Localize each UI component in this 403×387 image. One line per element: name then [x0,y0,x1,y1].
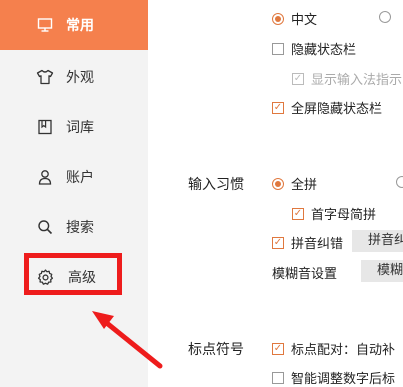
option-label: 标点配对：自动补 [291,343,396,358]
sidebar-item-label: 常用 [66,18,94,34]
checkbox-checked-icon: ✓ [272,101,284,114]
checkbox-unchecked-icon [272,42,284,55]
checkbox-checked-icon: ✓ [272,236,284,249]
sidebar-item-common[interactable]: 常用 [0,0,148,50]
input-habit-label: 输入习惯 [188,177,244,193]
sidebar-item-label: 账户 [66,170,94,186]
full-pinyin-radio[interactable]: 全拼 [272,174,317,193]
option-label: 首字母简拼 [311,208,377,223]
option-label: 模糊音设置 [272,267,338,282]
pinyin-correction-settings-button[interactable]: 拼音纠 [352,230,403,252]
sidebar-item-account[interactable]: 账户 [0,152,148,202]
option-label: 智能调整数字后标 [291,372,396,387]
checkbox-checked-icon: ✓ [272,342,284,355]
highlight-box [24,253,122,295]
option-label: 隐藏状态栏 [291,43,357,58]
option-label: 显示输入法指示 [311,73,403,88]
checkbox-unchecked-icon [272,371,284,384]
fuzzy-sound-label: 模糊音设置 [272,263,337,282]
lang-chinese-radio[interactable]: 中文 [272,9,317,28]
book-icon [36,118,54,136]
option-label: 全拼 [291,178,318,193]
initial-jianpin-checkbox[interactable]: ✓ 首字母简拼 [292,204,376,223]
punctuation-label: 标点符号 [188,342,244,358]
fuzzy-sound-settings-button[interactable]: 模糊 [361,260,403,282]
radio-selected-icon [272,12,284,25]
search-icon [36,218,54,236]
sidebar: 常用 外观 词库 账户 搜索 高级 [0,0,148,387]
option-label: 全屏隐藏状态栏 [291,102,383,117]
settings-panel: 中文 隐藏状态栏 ✓ 显示输入法指示 ✓ 全屏隐藏状态栏 输入习惯 全拼 ✓ 首… [148,0,403,387]
user-icon [36,168,54,186]
radio-unselected-icon[interactable] [379,11,391,23]
fullscreen-hide-statusbar-checkbox[interactable]: ✓ 全屏隐藏状态栏 [272,98,382,117]
sidebar-item-label: 搜索 [66,220,94,236]
hide-statusbar-checkbox[interactable]: 隐藏状态栏 [272,39,356,58]
smart-adjust-digits-checkbox[interactable]: 智能调整数字后标 [272,368,395,387]
pinyin-correction-checkbox[interactable]: ✓ 拼音纠错 [272,233,343,252]
sidebar-item-dictionary[interactable]: 词库 [0,102,148,152]
shirt-icon [36,68,54,86]
radio-selected-icon [272,177,284,190]
option-label: 拼音纠错 [291,237,344,252]
option-label: 中文 [291,13,318,28]
radio-unselected-icon[interactable] [396,176,403,188]
monitor-icon [36,16,54,34]
punct-pairing-checkbox[interactable]: ✓ 标点配对：自动补 [272,339,395,358]
sidebar-item-label: 词库 [66,120,94,136]
show-ime-hint-checkbox[interactable]: ✓ 显示输入法指示 [292,69,402,88]
sidebar-item-search[interactable]: 搜索 [0,202,148,252]
checkbox-checked-disabled-icon: ✓ [292,72,304,85]
checkbox-checked-icon: ✓ [292,207,304,220]
sidebar-item-appearance[interactable]: 外观 [0,52,148,102]
sidebar-item-label: 外观 [66,70,94,86]
